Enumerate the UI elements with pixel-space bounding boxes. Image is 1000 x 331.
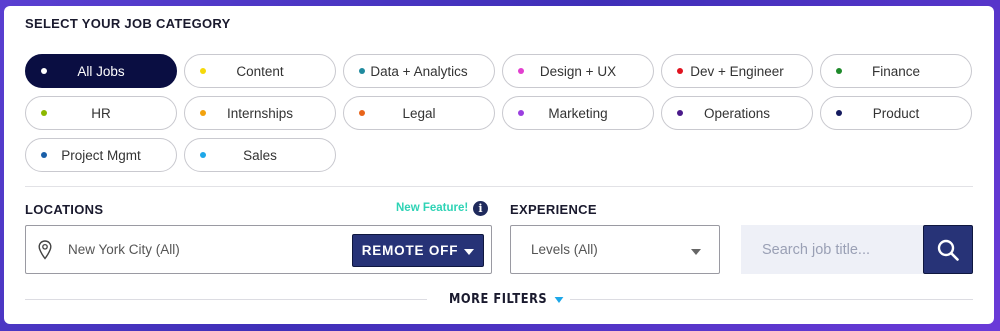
divider bbox=[25, 299, 427, 300]
experience-select[interactable]: Levels (All) bbox=[510, 225, 720, 274]
category-label: Data + Analytics bbox=[370, 63, 468, 79]
more-filters-toggle[interactable]: MORE FILTERS bbox=[449, 292, 564, 307]
category-dot-icon bbox=[677, 68, 683, 74]
search-icon bbox=[937, 239, 959, 261]
section-title: SELECT YOUR JOB CATEGORY bbox=[25, 16, 231, 31]
category-label: Project Mgmt bbox=[61, 147, 141, 163]
remote-button-label: REMOTE OFF bbox=[361, 243, 459, 258]
more-filters-label: MORE FILTERS bbox=[449, 292, 548, 307]
info-icon[interactable]: i bbox=[473, 201, 488, 216]
new-feature-badge: New Feature! bbox=[396, 202, 469, 214]
more-filters-row: MORE FILTERS bbox=[4, 291, 994, 309]
location-value: New York City (All) bbox=[68, 242, 180, 257]
experience-value: Levels (All) bbox=[531, 242, 598, 257]
divider bbox=[25, 186, 973, 187]
category-dot-icon bbox=[518, 68, 524, 74]
category-label: Content bbox=[236, 63, 284, 79]
category-label: Finance bbox=[871, 63, 921, 79]
category-chip[interactable]: Dev + Engineer bbox=[661, 54, 813, 88]
category-dot-icon bbox=[359, 110, 365, 116]
category-dot-icon bbox=[200, 152, 206, 158]
chevron-down-icon bbox=[554, 296, 564, 303]
search-button[interactable] bbox=[923, 225, 973, 274]
category-label: Dev + Engineer bbox=[690, 63, 784, 79]
category-chip[interactable]: Sales bbox=[184, 138, 336, 172]
category-dot-icon bbox=[836, 68, 842, 74]
category-chip[interactable]: All Jobs bbox=[25, 54, 177, 88]
job-filter-panel: SELECT YOUR JOB CATEGORY All Jobs Content… bbox=[4, 6, 994, 324]
category-dot-icon bbox=[359, 68, 365, 74]
category-chip[interactable]: Content bbox=[184, 54, 336, 88]
locations-label: LOCATIONS bbox=[25, 202, 104, 217]
category-dot-icon bbox=[677, 110, 683, 116]
category-label: Internships bbox=[226, 105, 294, 121]
category-dot-icon bbox=[41, 152, 47, 158]
category-label: HR bbox=[91, 105, 111, 121]
category-chip[interactable]: Legal bbox=[343, 96, 495, 130]
category-chip[interactable]: Marketing bbox=[502, 96, 654, 130]
category-chip-list: All Jobs Content Data + Analytics Design + … bbox=[25, 54, 975, 172]
category-dot-icon bbox=[518, 110, 524, 116]
location-field[interactable]: New York City (All) REMOTE OFF bbox=[25, 225, 492, 274]
location-pin-icon bbox=[38, 240, 52, 260]
category-label: Product bbox=[872, 105, 920, 121]
category-chip[interactable]: HR bbox=[25, 96, 177, 130]
experience-label: EXPERIENCE bbox=[510, 202, 597, 217]
category-label: Legal bbox=[402, 105, 436, 121]
category-dot-icon bbox=[200, 110, 206, 116]
category-label: Marketing bbox=[548, 105, 608, 121]
category-dot-icon bbox=[41, 68, 47, 74]
category-label: Design + UX bbox=[539, 63, 617, 79]
category-label: All Jobs bbox=[77, 63, 125, 79]
divider bbox=[570, 299, 973, 300]
chevron-down-icon bbox=[464, 248, 475, 255]
search-input[interactable] bbox=[741, 225, 923, 274]
category-dot-icon bbox=[200, 68, 206, 74]
chevron-down-icon bbox=[691, 249, 701, 255]
category-label: Sales bbox=[243, 147, 277, 163]
category-dot-icon bbox=[41, 110, 47, 116]
category-dot-icon bbox=[836, 110, 842, 116]
category-chip[interactable]: Design + UX bbox=[502, 54, 654, 88]
category-chip[interactable]: Operations bbox=[661, 96, 813, 130]
category-chip[interactable]: Data + Analytics bbox=[343, 54, 495, 88]
category-chip[interactable]: Product bbox=[820, 96, 972, 130]
category-chip[interactable]: Finance bbox=[820, 54, 972, 88]
category-chip[interactable]: Project Mgmt bbox=[25, 138, 177, 172]
category-chip[interactable]: Internships bbox=[184, 96, 336, 130]
remote-toggle-button[interactable]: REMOTE OFF bbox=[352, 234, 484, 267]
category-label: Operations bbox=[703, 105, 771, 121]
